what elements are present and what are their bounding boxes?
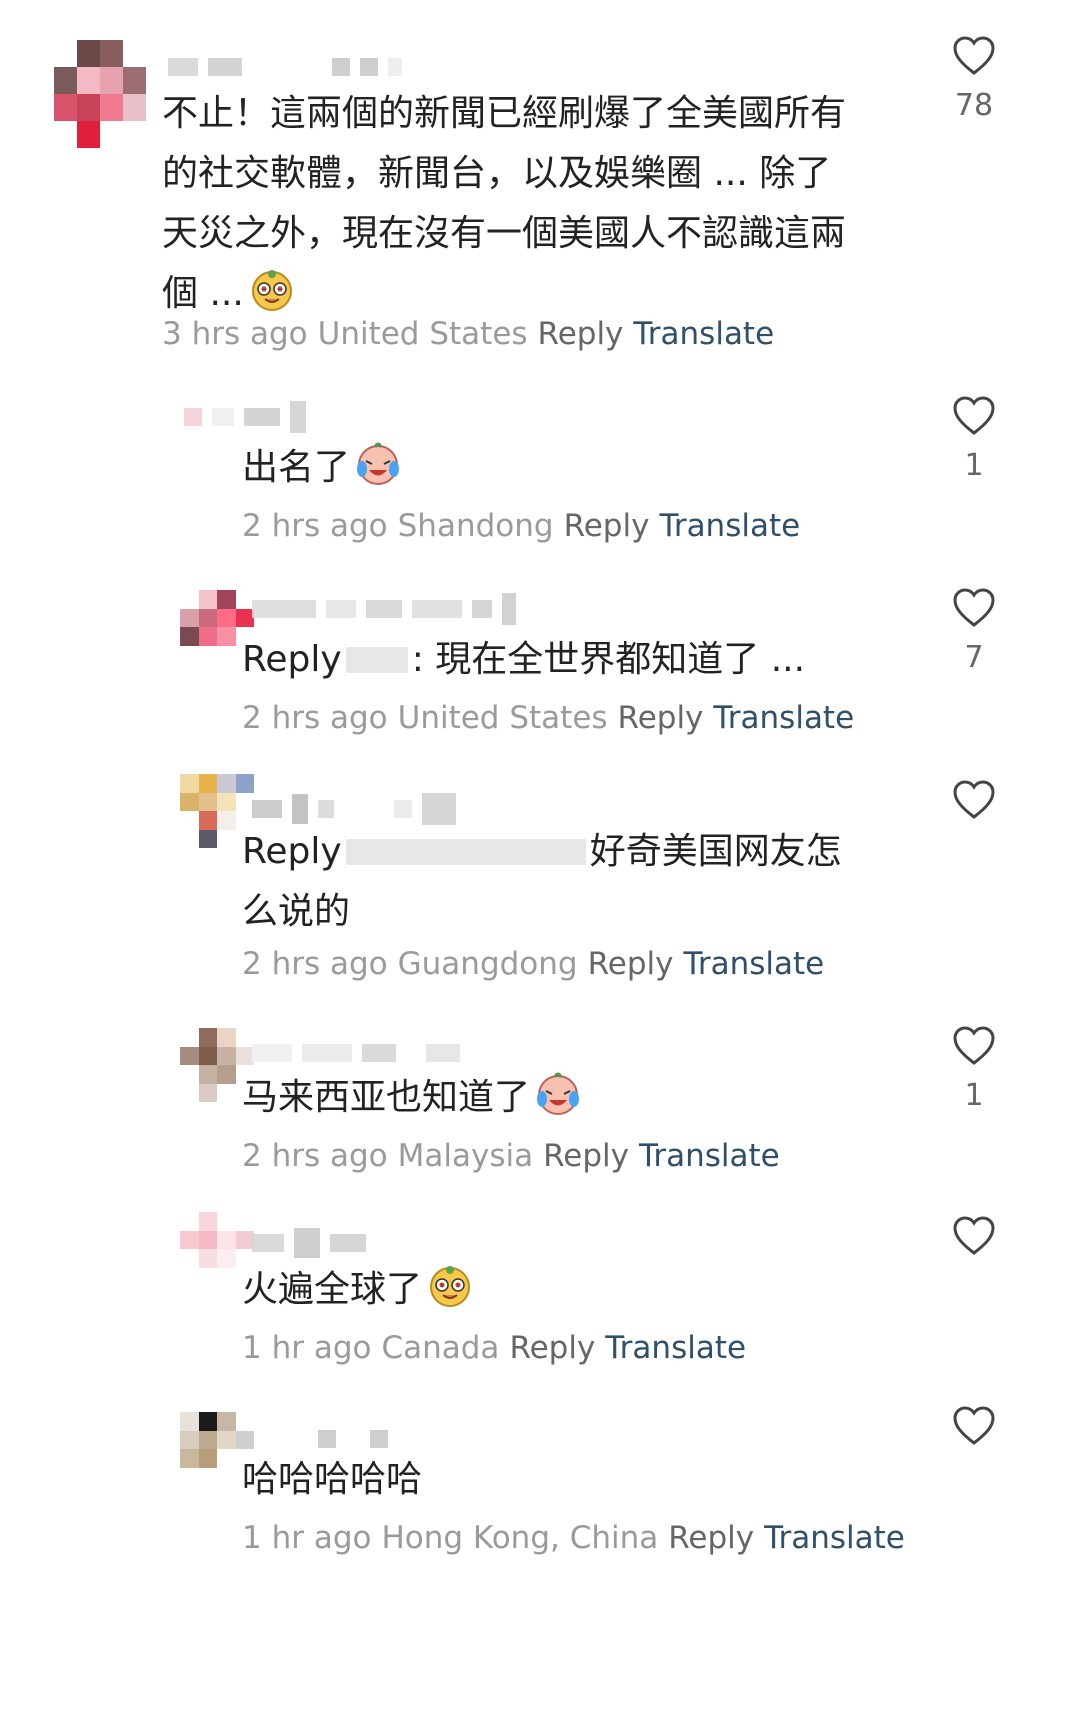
like-button[interactable]	[944, 1216, 1004, 1268]
location: Guangdong	[397, 946, 578, 982]
translate-button[interactable]: Translate	[639, 1138, 780, 1174]
timestamp: 3 hrs ago	[162, 316, 308, 352]
location: Canada	[381, 1330, 500, 1366]
timestamp: 2 hrs ago	[242, 508, 388, 544]
heart-outline-icon	[953, 1216, 995, 1255]
like-button[interactable]: 1	[944, 1026, 1004, 1113]
translate-button[interactable]: Translate	[659, 508, 800, 544]
comment-meta: 2 hrs ago Guangdong Reply Translate	[242, 946, 824, 982]
reply-button[interactable]: Reply	[588, 946, 674, 982]
like-count: 1	[964, 1078, 984, 1113]
comment-text: 出名了	[242, 438, 402, 498]
translate-button[interactable]: Translate	[605, 1330, 746, 1366]
like-button[interactable]	[944, 780, 1004, 832]
heart-outline-icon	[953, 588, 995, 627]
reply-button[interactable]: Reply	[564, 508, 650, 544]
timestamp: 1 hr ago	[242, 1520, 372, 1556]
comment-text: 火遍全球了	[242, 1260, 474, 1320]
reply-button[interactable]: Reply	[538, 316, 624, 352]
crying-laugh-emoji	[534, 1069, 582, 1117]
like-button[interactable]: 7	[944, 588, 1004, 675]
translate-button[interactable]: Translate	[683, 946, 824, 982]
timestamp: 1 hr ago	[242, 1330, 372, 1366]
heart-outline-icon	[953, 36, 995, 75]
reply-prefix: Reply	[242, 831, 342, 872]
comment-meta: 3 hrs ago United States Reply Translate	[162, 316, 774, 352]
timestamp: 2 hrs ago	[242, 1138, 388, 1174]
comment-meta: 1 hr ago Canada Reply Translate	[242, 1330, 746, 1366]
mole-grin-emoji	[426, 1261, 474, 1309]
comment-text: 不止！這兩個的新聞已經刷爆了全美國所有的社交軟體，新聞台，以及娛樂圈 ... 除…	[162, 93, 847, 314]
crying-laugh-emoji	[354, 439, 402, 487]
reply-button[interactable]: Reply	[668, 1520, 754, 1556]
timestamp: 2 hrs ago	[242, 946, 388, 982]
comment-meta: 2 hrs ago United States Reply Translate	[242, 700, 854, 736]
like-count: 1	[964, 448, 984, 483]
location: Shandong	[397, 508, 554, 544]
heart-outline-icon	[953, 396, 995, 435]
username-blurred[interactable]	[184, 400, 306, 434]
heart-outline-icon	[953, 1406, 995, 1445]
translate-button[interactable]: Translate	[764, 1520, 905, 1556]
location: United States	[317, 316, 528, 352]
like-button[interactable]: 78	[944, 36, 1004, 123]
like-button[interactable]	[944, 1406, 1004, 1458]
reply-prefix: Reply	[242, 639, 342, 680]
location: Hong Kong, China	[381, 1520, 659, 1556]
username-blurred[interactable]	[252, 592, 516, 626]
comment-meta: 1 hr ago Hong Kong, China Reply Translate	[242, 1520, 905, 1556]
avatar[interactable]	[54, 40, 146, 148]
translate-button[interactable]: Translate	[633, 316, 774, 352]
username-blurred[interactable]	[252, 792, 456, 826]
username-blurred[interactable]	[252, 1036, 460, 1070]
comment-meta: 2 hrs ago Malaysia Reply Translate	[242, 1138, 780, 1174]
translate-button[interactable]: Translate	[713, 700, 854, 736]
username-blurred[interactable]	[252, 1226, 366, 1260]
comment-text: Reply 好奇美国网友怎么说的	[242, 831, 842, 932]
like-count: 78	[954, 88, 994, 123]
mole-grin-emoji	[248, 265, 296, 313]
comment-text: 哈哈哈哈哈	[242, 1459, 423, 1500]
comment-text: Reply: 現在全世界都知道了 ...	[242, 639, 806, 680]
reply-button[interactable]: Reply	[543, 1138, 629, 1174]
timestamp: 2 hrs ago	[242, 700, 388, 736]
heart-outline-icon	[953, 780, 995, 819]
username-blurred[interactable]	[168, 50, 402, 84]
mentioned-username-blurred[interactable]	[345, 839, 586, 865]
location: United States	[397, 700, 608, 736]
location: Malaysia	[397, 1138, 534, 1174]
like-count: 7	[964, 640, 984, 675]
like-button[interactable]: 1	[944, 396, 1004, 483]
comment-meta: 2 hrs ago Shandong Reply Translate	[242, 508, 800, 544]
comment-text: 马来西亚也知道了	[242, 1068, 582, 1128]
mentioned-username-blurred[interactable]	[345, 647, 408, 673]
reply-button[interactable]: Reply	[618, 700, 704, 736]
reply-button[interactable]: Reply	[509, 1330, 595, 1366]
heart-outline-icon	[953, 1026, 995, 1065]
